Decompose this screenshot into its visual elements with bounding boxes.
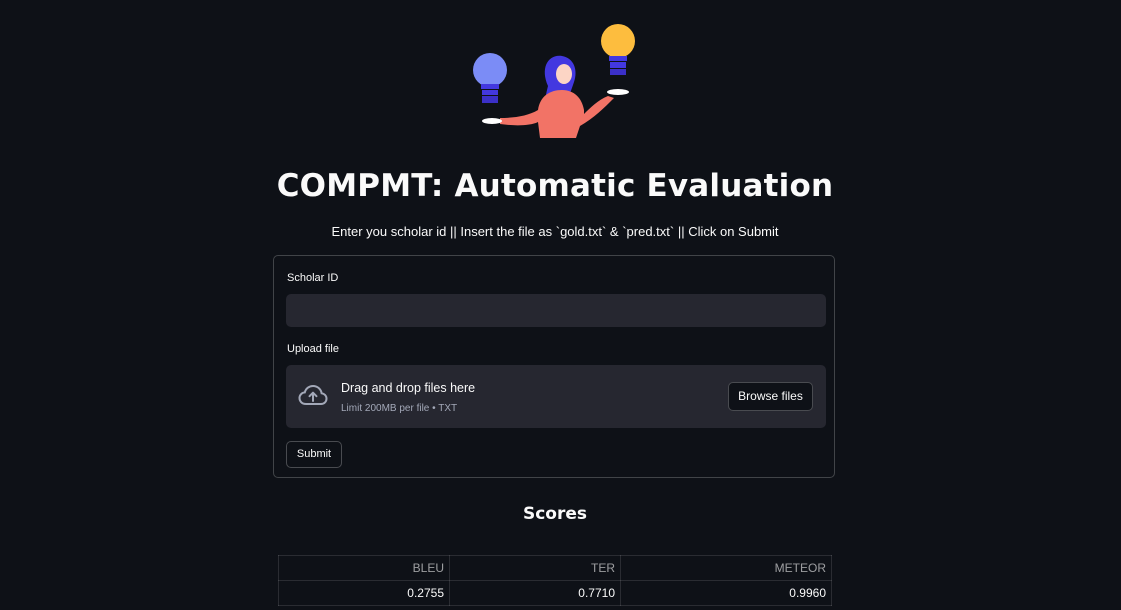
ter-score-cell: 0.7710 (449, 580, 621, 606)
dropzone-limit-text: Limit 200MB per file • TXT (341, 403, 458, 414)
column-header-bleu: BLEU (278, 555, 450, 581)
table-header-row: BLEU TER METEOR (278, 555, 832, 581)
right-lightbulb-icon (601, 24, 635, 75)
browse-files-button[interactable]: Browse files (728, 382, 813, 411)
bleu-score-cell: 0.2755 (278, 580, 450, 606)
scholar-id-label: Scholar ID (287, 272, 339, 284)
cloud-upload-icon (298, 384, 328, 405)
page-subtitle: Enter you scholar id || Insert the file … (331, 224, 779, 239)
file-dropzone[interactable]: Drag and drop files here Limit 200MB per… (286, 365, 826, 428)
scores-table: BLEU TER METEOR 0.2755 0.7710 0.9960 (278, 555, 832, 606)
scores-heading: Scores (522, 504, 588, 524)
submit-button[interactable]: Submit (286, 441, 342, 468)
dropzone-title: Drag and drop files here (341, 381, 476, 395)
scholar-id-input[interactable] (286, 294, 826, 327)
hero-illustration (473, 24, 635, 138)
app-page: COMPMT: Automatic Evaluation Enter you s… (0, 0, 1121, 610)
left-lightbulb-icon (473, 53, 507, 103)
evaluation-form: Scholar ID Upload file Drag and drop fil… (273, 255, 835, 478)
upload-file-label: Upload file (287, 343, 339, 355)
column-header-meteor: METEOR (620, 555, 832, 581)
column-header-ter: TER (449, 555, 621, 581)
table-row: 0.2755 0.7710 0.9960 (278, 580, 832, 606)
meteor-score-cell: 0.9960 (620, 580, 832, 606)
page-title: COMPMT: Automatic Evaluation (276, 168, 834, 204)
